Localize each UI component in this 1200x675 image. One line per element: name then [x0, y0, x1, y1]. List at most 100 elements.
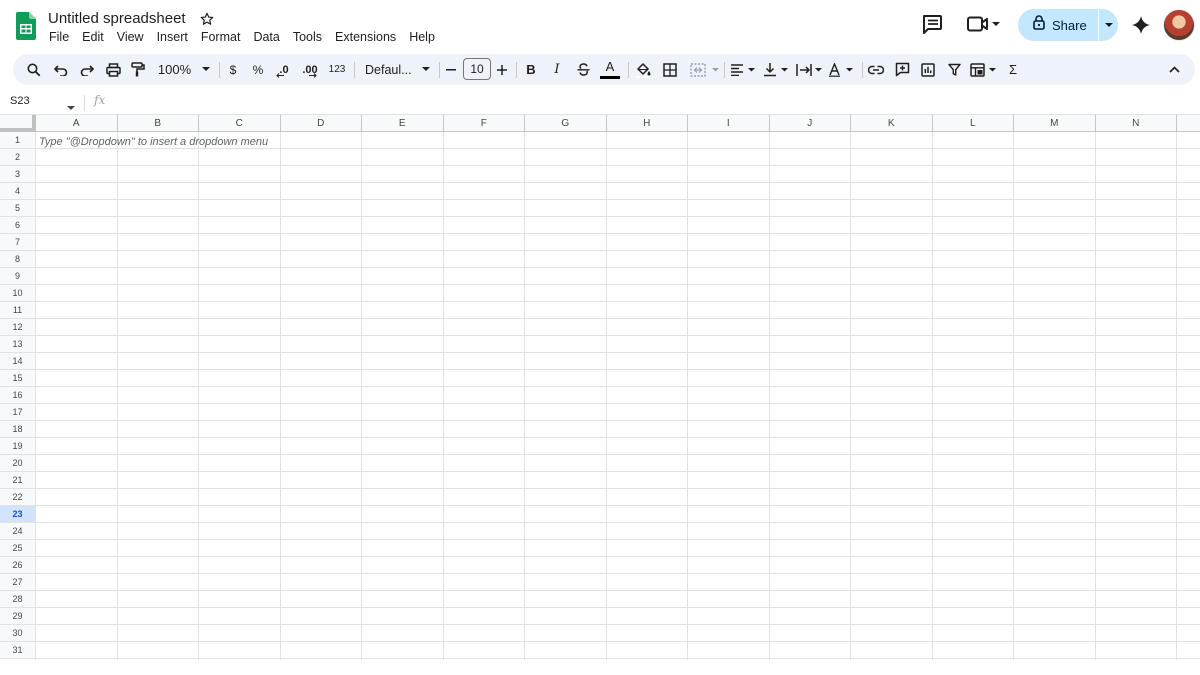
- percent-format-button[interactable]: %: [250, 54, 266, 85]
- menu-edit[interactable]: Edit: [75, 29, 110, 47]
- text-color-button[interactable]: A: [599, 54, 621, 85]
- font-size-input[interactable]: 10: [463, 58, 491, 80]
- column-header-i[interactable]: I: [688, 115, 770, 132]
- gemini-sparkle-icon[interactable]: [1131, 15, 1151, 35]
- row-header-23[interactable]: 23: [0, 506, 36, 523]
- merge-cells-icon[interactable]: [688, 54, 722, 85]
- italic-button[interactable]: I: [549, 54, 565, 85]
- vertical-align-icon[interactable]: [763, 54, 791, 85]
- decrease-decimal-button[interactable]: .0: [274, 54, 294, 85]
- insert-link-icon[interactable]: [867, 54, 885, 85]
- font-family-select[interactable]: Defaul...: [362, 54, 432, 85]
- row-header-15[interactable]: 15: [0, 370, 36, 387]
- filter-icon[interactable]: [945, 54, 963, 85]
- row-header-4[interactable]: 4: [0, 183, 36, 200]
- star-icon[interactable]: [199, 11, 215, 27]
- row-header-11[interactable]: 11: [0, 302, 36, 319]
- row-header-14[interactable]: 14: [0, 353, 36, 370]
- search-menus-icon[interactable]: [25, 54, 43, 85]
- menu-help[interactable]: Help: [402, 29, 441, 47]
- menu-view[interactable]: View: [110, 29, 150, 47]
- row-header-31[interactable]: 31: [0, 642, 36, 659]
- row-header-27[interactable]: 27: [0, 574, 36, 591]
- text-rotation-icon[interactable]: [828, 54, 856, 85]
- row-header-29[interactable]: 29: [0, 608, 36, 625]
- select-all-corner[interactable]: [0, 115, 36, 132]
- row-header-16[interactable]: 16: [0, 387, 36, 404]
- row-header-25[interactable]: 25: [0, 540, 36, 557]
- row-header-10[interactable]: 10: [0, 285, 36, 302]
- share-dropdown-icon[interactable]: [1099, 9, 1118, 41]
- meet-video-icon[interactable]: [966, 14, 1004, 34]
- column-header-e[interactable]: E: [362, 115, 444, 132]
- menu-data[interactable]: Data: [246, 29, 285, 47]
- column-header-h[interactable]: H: [606, 115, 688, 132]
- fill-color-icon[interactable]: [634, 54, 652, 85]
- menu-format[interactable]: Format: [194, 29, 247, 47]
- comments-icon[interactable]: [921, 14, 945, 34]
- share-button[interactable]: Share: [1018, 9, 1098, 41]
- row-header-18[interactable]: 18: [0, 421, 36, 438]
- undo-icon[interactable]: [53, 54, 69, 85]
- more-formats-button[interactable]: 123: [326, 54, 348, 85]
- zoom-select[interactable]: 100%: [157, 54, 211, 85]
- row-header-5[interactable]: 5: [0, 200, 36, 217]
- column-header-c[interactable]: C: [199, 115, 281, 132]
- collapse-toolbar-icon[interactable]: [1166, 54, 1182, 85]
- row-header-22[interactable]: 22: [0, 489, 36, 506]
- column-header-f[interactable]: F: [443, 115, 525, 132]
- borders-icon[interactable]: [661, 54, 679, 85]
- menu-extensions[interactable]: Extensions: [328, 29, 402, 47]
- text-wrapping-icon[interactable]: [795, 54, 825, 85]
- column-header-a[interactable]: A: [36, 115, 118, 132]
- chevron-down-icon[interactable]: [67, 98, 75, 116]
- strikethrough-icon[interactable]: [575, 54, 591, 85]
- row-header-17[interactable]: 17: [0, 404, 36, 421]
- menu-tools[interactable]: Tools: [286, 29, 328, 47]
- row-header-28[interactable]: 28: [0, 591, 36, 608]
- column-header-b[interactable]: B: [117, 115, 199, 132]
- row-header-30[interactable]: 30: [0, 625, 36, 642]
- row-header-3[interactable]: 3: [0, 166, 36, 183]
- paint-format-icon[interactable]: [129, 54, 147, 85]
- insert-chart-icon[interactable]: [919, 54, 937, 85]
- row-header-2[interactable]: 2: [0, 149, 36, 166]
- row-header-13[interactable]: 13: [0, 336, 36, 353]
- print-icon[interactable]: [104, 54, 122, 85]
- menu-insert[interactable]: Insert: [150, 29, 194, 47]
- column-header-g[interactable]: G: [525, 115, 607, 132]
- row-header-7[interactable]: 7: [0, 234, 36, 251]
- column-header-d[interactable]: D: [280, 115, 362, 132]
- column-header-m[interactable]: M: [1014, 115, 1096, 132]
- row-header-20[interactable]: 20: [0, 455, 36, 472]
- column-header-l[interactable]: L: [932, 115, 1014, 132]
- increase-font-size-button[interactable]: [495, 54, 509, 85]
- row-header-1[interactable]: 1: [0, 132, 36, 149]
- row-header-26[interactable]: 26: [0, 557, 36, 574]
- decrease-font-size-button[interactable]: [444, 54, 458, 85]
- column-header-j[interactable]: J: [769, 115, 851, 132]
- row-header-21[interactable]: 21: [0, 472, 36, 489]
- row-header-8[interactable]: 8: [0, 251, 36, 268]
- horizontal-align-icon[interactable]: [730, 54, 758, 85]
- row-header-12[interactable]: 12: [0, 319, 36, 336]
- redo-icon[interactable]: [79, 54, 95, 85]
- bold-button[interactable]: B: [523, 54, 539, 85]
- row-header-6[interactable]: 6: [0, 217, 36, 234]
- column-header-partial[interactable]: [1177, 115, 1200, 132]
- insert-comment-icon[interactable]: [893, 54, 911, 85]
- document-title[interactable]: Untitled spreadsheet: [48, 10, 186, 27]
- name-box[interactable]: S23: [10, 95, 30, 107]
- menu-file[interactable]: File: [42, 29, 75, 47]
- currency-format-button[interactable]: $: [225, 54, 241, 85]
- increase-decimal-button[interactable]: .00: [299, 54, 321, 85]
- row-header-24[interactable]: 24: [0, 523, 36, 540]
- column-header-k[interactable]: K: [851, 115, 933, 132]
- functions-button[interactable]: Σ: [1005, 54, 1021, 85]
- filter-views-icon[interactable]: [969, 54, 999, 85]
- account-avatar[interactable]: [1163, 9, 1195, 41]
- column-header-n[interactable]: N: [1095, 115, 1177, 132]
- sheets-logo-icon[interactable]: [16, 12, 36, 40]
- row-header-19[interactable]: 19: [0, 438, 36, 455]
- row-header-9[interactable]: 9: [0, 268, 36, 285]
